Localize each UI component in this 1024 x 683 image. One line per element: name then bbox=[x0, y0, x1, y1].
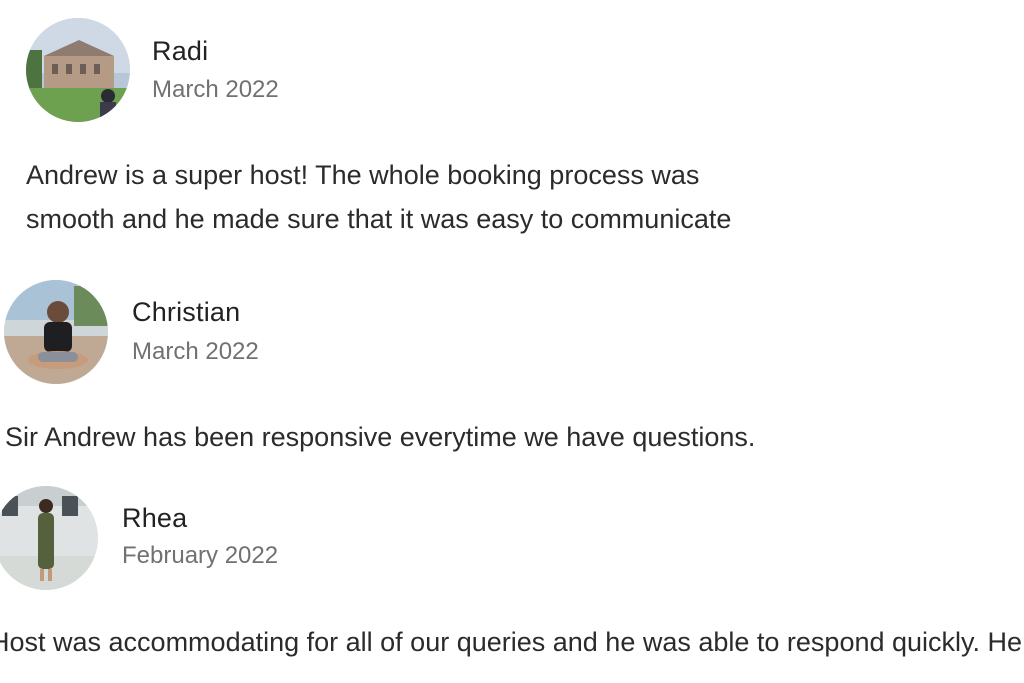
review-text-line: Andrew is a super host! The whole bookin… bbox=[26, 160, 700, 190]
user-avatar[interactable] bbox=[4, 280, 108, 384]
reviewer-name[interactable]: Christian bbox=[132, 297, 240, 328]
review-text-line: Host was accommodating for all of our qu… bbox=[0, 627, 1023, 657]
review-date: February 2022 bbox=[122, 542, 279, 569]
user-photo-icon bbox=[26, 18, 130, 122]
user-avatar[interactable] bbox=[26, 18, 130, 122]
reviewer-name[interactable]: Radi bbox=[152, 36, 208, 67]
reviewer-name[interactable]: Rhea bbox=[122, 503, 187, 534]
review-text-line: smooth and he made sure that it was easy… bbox=[26, 204, 732, 234]
user-photo-icon bbox=[0, 486, 98, 590]
user-avatar[interactable] bbox=[0, 486, 98, 590]
review-date: March 2022 bbox=[152, 76, 279, 103]
review-text-line: Sir Andrew has been responsive everytime… bbox=[5, 422, 756, 452]
review-date: March 2022 bbox=[132, 338, 259, 365]
user-photo-icon bbox=[4, 280, 108, 384]
